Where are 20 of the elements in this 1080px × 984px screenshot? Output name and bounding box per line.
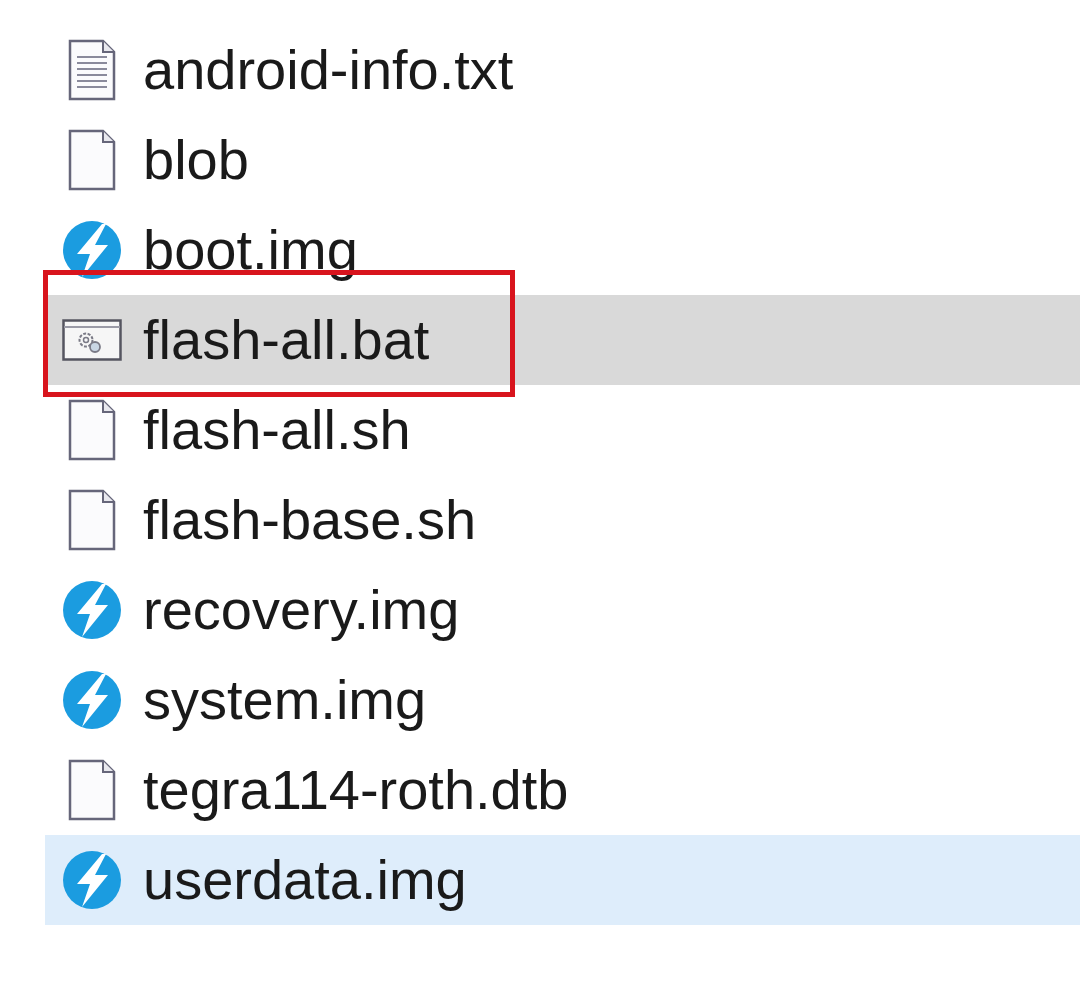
blank-document-icon [68, 129, 116, 191]
text-document-icon [68, 39, 116, 101]
file-row[interactable]: tegra114-roth.dtb [45, 745, 1080, 835]
file-row[interactable]: userdata.img [45, 835, 1080, 925]
file-row[interactable]: system.img [45, 655, 1080, 745]
file-row[interactable]: recovery.img [45, 565, 1080, 655]
lightning-circle-icon [62, 220, 122, 280]
lightning-circle-icon [62, 580, 122, 640]
blank-document-icon [68, 489, 116, 551]
blank-document-icon [68, 399, 116, 461]
file-row[interactable]: boot.img [45, 205, 1080, 295]
gear-window-icon [62, 319, 122, 361]
file-row[interactable]: flash-all.bat [45, 295, 1080, 385]
file-row[interactable]: blob [45, 115, 1080, 205]
file-row[interactable]: flash-base.sh [45, 475, 1080, 565]
blank-document-icon [68, 759, 116, 821]
file-row[interactable]: android-info.txt [45, 25, 1080, 115]
lightning-circle-icon [62, 670, 122, 730]
lightning-circle-icon [62, 850, 122, 910]
file-row[interactable]: flash-all.sh [45, 385, 1080, 475]
